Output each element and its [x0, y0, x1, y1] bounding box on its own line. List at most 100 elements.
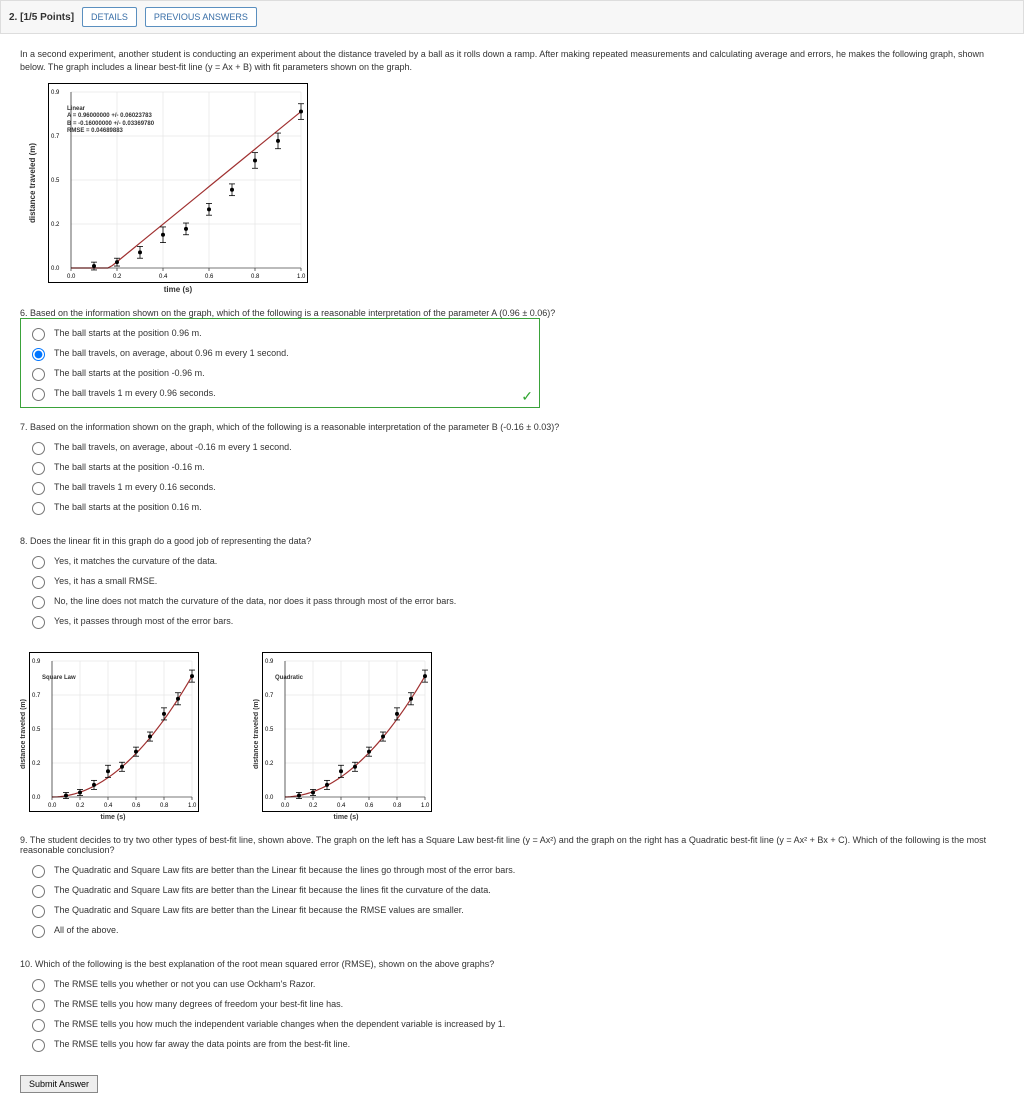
graph1-ylabel: distance traveled (m): [28, 143, 37, 223]
svg-text:0.9: 0.9: [51, 90, 60, 96]
svg-text:0.6: 0.6: [205, 274, 214, 280]
q8-opt-2-label[interactable]: No, the line does not match the curvatur…: [54, 596, 456, 606]
q8-opt-3[interactable]: [32, 616, 45, 629]
q8-opt-1[interactable]: [32, 576, 45, 589]
correct-check-icon: ✓: [521, 388, 533, 405]
svg-text:0.2: 0.2: [309, 803, 318, 809]
q10-opt-1[interactable]: [32, 999, 45, 1012]
q10-opt-0-label[interactable]: The RMSE tells you whether or not you ca…: [54, 979, 315, 989]
svg-text:0.7: 0.7: [51, 134, 60, 140]
q8-options: Yes, it matches the curvature of the dat…: [20, 546, 540, 636]
svg-text:0.4: 0.4: [159, 274, 168, 280]
svg-text:0.0: 0.0: [48, 803, 57, 809]
q9-opt-3-label[interactable]: All of the above.: [54, 925, 119, 935]
fit-parameters: Linear A = 0.96000000 +/- 0.06023783 B =…: [67, 106, 154, 135]
svg-text:0.5: 0.5: [265, 727, 274, 733]
svg-text:0.0: 0.0: [67, 274, 76, 280]
q10-opt-1-label[interactable]: The RMSE tells you how many degrees of f…: [54, 999, 343, 1009]
q10-opt-2-label[interactable]: The RMSE tells you how much the independ…: [54, 1019, 505, 1029]
q7-opt-2-label[interactable]: The ball travels 1 m every 0.16 seconds.: [54, 482, 216, 492]
svg-text:0.2: 0.2: [113, 274, 122, 280]
q6-opt-2-label[interactable]: The ball starts at the position -0.96 m.: [54, 368, 205, 378]
q6-options: The ball starts at the position 0.96 m. …: [20, 318, 540, 408]
question-number: 2. [1/5 Points]: [9, 12, 74, 23]
svg-text:0.8: 0.8: [251, 274, 260, 280]
sg-left-ylabel: distance traveled (m): [20, 699, 27, 769]
q7-opt-1[interactable]: [32, 462, 45, 475]
q8-opt-1-label[interactable]: Yes, it has a small RMSE.: [54, 576, 157, 586]
previous-answers-button[interactable]: PREVIOUS ANSWERS: [145, 7, 257, 27]
svg-text:0.9: 0.9: [32, 659, 41, 665]
q6-opt-1-label[interactable]: The ball travels, on average, about 0.96…: [54, 348, 289, 358]
q7-opt-0-label[interactable]: The ball travels, on average, about -0.1…: [54, 442, 292, 452]
q8-opt-2[interactable]: [32, 596, 45, 609]
q9-opt-0[interactable]: [32, 865, 45, 878]
q7-opt-3[interactable]: [32, 502, 45, 515]
svg-text:0.6: 0.6: [365, 803, 374, 809]
q8-opt-3-label[interactable]: Yes, it passes through most of the error…: [54, 616, 233, 626]
details-button[interactable]: DETAILS: [82, 7, 137, 27]
square-law-graph: Square Law 0.00.20.40.60.81.00.00.20.50.…: [29, 652, 199, 812]
q7-options: The ball travels, on average, about -0.1…: [20, 432, 540, 522]
svg-text:0.0: 0.0: [32, 795, 41, 801]
svg-text:0.5: 0.5: [51, 178, 60, 184]
q8-opt-0-label[interactable]: Yes, it matches the curvature of the dat…: [54, 556, 217, 566]
q6-opt-1[interactable]: [32, 348, 45, 361]
svg-text:0.7: 0.7: [265, 693, 274, 699]
q6-prompt: 6. Based on the information shown on the…: [20, 308, 1004, 318]
q7-opt-2[interactable]: [32, 482, 45, 495]
linear-fit-graph: Linear A = 0.96000000 +/- 0.06023783 B =…: [48, 83, 308, 283]
svg-text:0.7: 0.7: [32, 693, 41, 699]
q10-opt-3-label[interactable]: The RMSE tells you how far away the data…: [54, 1039, 350, 1049]
q10-opt-0[interactable]: [32, 979, 45, 992]
svg-text:0.2: 0.2: [51, 222, 60, 228]
q7-prompt: 7. Based on the information shown on the…: [20, 422, 1004, 432]
svg-text:0.0: 0.0: [265, 795, 274, 801]
sg-right-title: Quadratic: [275, 675, 303, 682]
sg-left-title: Square Law: [42, 675, 76, 682]
q8-prompt: 8. Does the linear fit in this graph do …: [20, 536, 1004, 546]
svg-text:0.2: 0.2: [76, 803, 85, 809]
q6-opt-3-label[interactable]: The ball travels 1 m every 0.96 seconds.: [54, 388, 216, 398]
q10-options: The RMSE tells you whether or not you ca…: [20, 969, 540, 1059]
q8-opt-0[interactable]: [32, 556, 45, 569]
sg-right-ylabel: distance traveled (m): [253, 699, 260, 769]
q6-opt-0[interactable]: [32, 328, 45, 341]
svg-text:0.2: 0.2: [32, 761, 41, 767]
q9-opt-2-label[interactable]: The Quadratic and Square Law fits are be…: [54, 905, 464, 915]
small-graph-row: distance traveled (m) Square Law 0.0 0.2 0…: [20, 646, 1004, 821]
q9-prompt: 9. The student decides to try two other …: [20, 835, 1004, 855]
q9-options: The Quadratic and Square Law fits are be…: [20, 855, 540, 945]
q10-opt-2[interactable]: [32, 1019, 45, 1032]
q7-opt-0[interactable]: [32, 442, 45, 455]
q7-opt-3-label[interactable]: The ball starts at the position 0.16 m.: [54, 502, 202, 512]
quadratic-graph: Quadratic 0.00.20.40.60.81.00.00.20.50.7…: [262, 652, 432, 812]
sg-left-xlabel: time (s): [27, 814, 199, 821]
q7-opt-1-label[interactable]: The ball starts at the position -0.16 m.: [54, 462, 205, 472]
graph1-xlabel: time (s): [48, 285, 308, 294]
q6-opt-2[interactable]: [32, 368, 45, 381]
svg-text:0.6: 0.6: [132, 803, 141, 809]
svg-text:0.8: 0.8: [160, 803, 169, 809]
svg-text:1.0: 1.0: [297, 274, 306, 280]
svg-text:0.5: 0.5: [32, 727, 41, 733]
sg-right-xlabel: time (s): [260, 814, 432, 821]
q9-opt-1-label[interactable]: The Quadratic and Square Law fits are be…: [54, 885, 491, 895]
svg-text:0.4: 0.4: [337, 803, 346, 809]
svg-text:1.0: 1.0: [421, 803, 430, 809]
q9-opt-3[interactable]: [32, 925, 45, 938]
svg-text:0.2: 0.2: [265, 761, 274, 767]
q6-opt-0-label[interactable]: The ball starts at the position 0.96 m.: [54, 328, 202, 338]
q9-opt-2[interactable]: [32, 905, 45, 918]
svg-text:0.0: 0.0: [51, 266, 60, 272]
question-header: 2. [1/5 Points] DETAILS PREVIOUS ANSWERS: [0, 0, 1024, 34]
q10-opt-3[interactable]: [32, 1039, 45, 1052]
q6-opt-3[interactable]: [32, 388, 45, 401]
svg-text:0.9: 0.9: [265, 659, 274, 665]
q9-opt-0-label[interactable]: The Quadratic and Square Law fits are be…: [54, 865, 515, 875]
submit-answer-button[interactable]: Submit Answer: [20, 1075, 98, 1093]
q9-opt-1[interactable]: [32, 885, 45, 898]
q10-prompt: 10. Which of the following is the best e…: [20, 959, 1004, 969]
svg-text:0.0: 0.0: [281, 803, 290, 809]
problem-intro: In a second experiment, another student …: [20, 48, 1004, 73]
